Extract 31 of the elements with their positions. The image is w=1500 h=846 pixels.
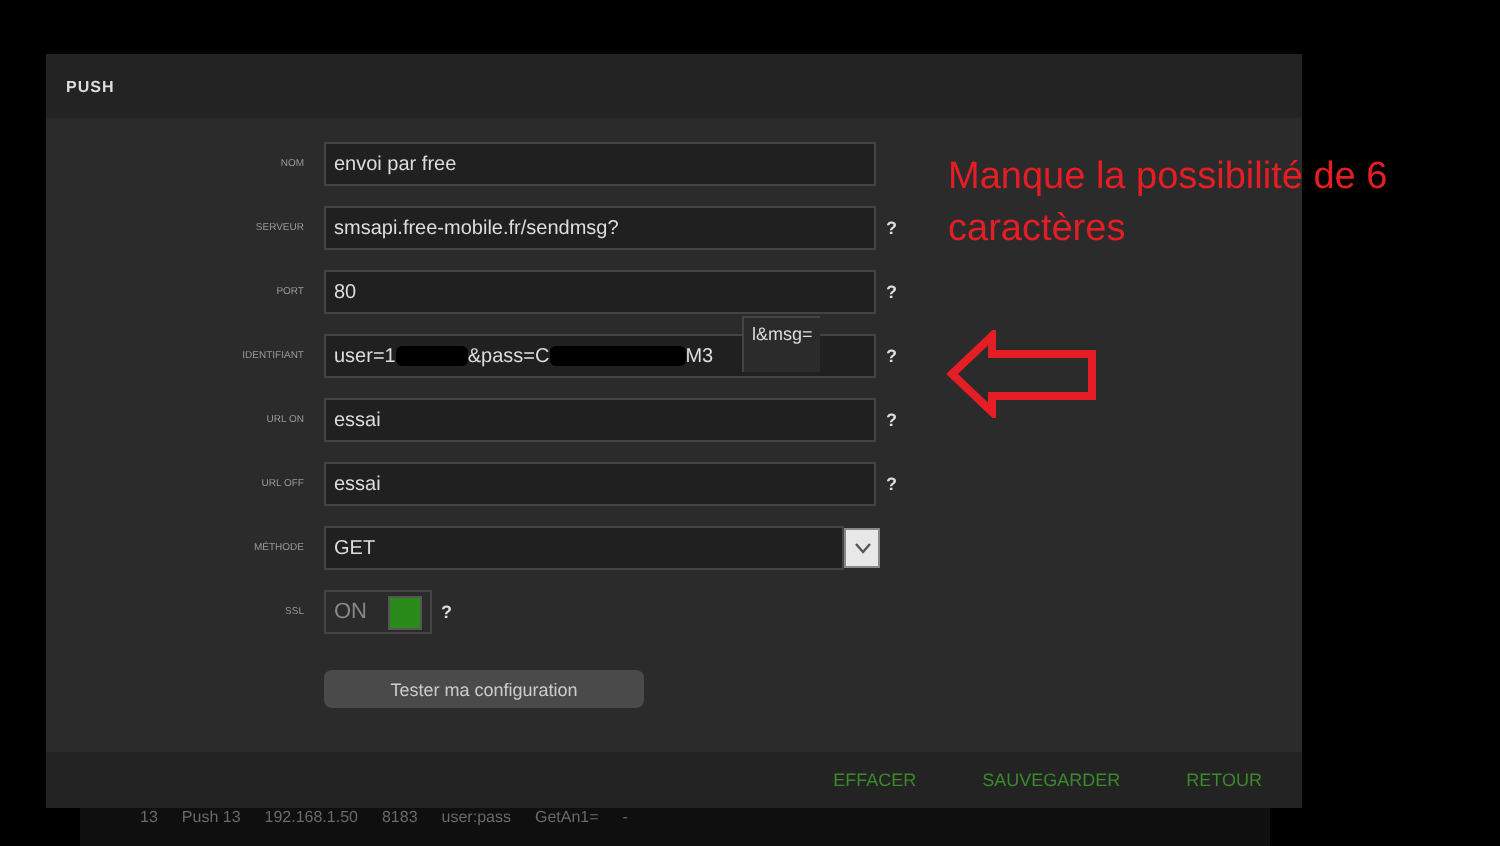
dropdown-button[interactable] bbox=[844, 528, 880, 568]
table-cell: 13 bbox=[140, 808, 158, 826]
table-cell: user:pass bbox=[441, 808, 511, 826]
input-field[interactable]: envoi par free bbox=[324, 142, 876, 186]
annotation-text: Manque la possibilité de 6 caractères bbox=[948, 154, 1390, 254]
input-field[interactable]: essai bbox=[324, 398, 876, 442]
redaction-bar bbox=[395, 346, 468, 366]
method-dropdown[interactable]: GET bbox=[324, 526, 844, 570]
dialog-title: PUSH bbox=[46, 54, 1302, 118]
footer-button[interactable]: SAUVEGARDER bbox=[982, 770, 1121, 790]
test-config-button[interactable]: Tester ma configuration bbox=[324, 670, 644, 708]
footer-button[interactable]: RETOUR bbox=[1186, 770, 1262, 790]
table-cell: 192.168.1.50 bbox=[264, 808, 358, 826]
help-icon[interactable]: ? bbox=[886, 474, 897, 494]
input-field[interactable]: 80 bbox=[324, 270, 876, 314]
help-icon[interactable]: ? bbox=[886, 282, 897, 302]
tooltip: l&msg= bbox=[742, 316, 821, 372]
redaction-bar bbox=[549, 346, 686, 366]
ssl-toggle[interactable]: ON bbox=[324, 590, 431, 634]
table-cell: 8183 bbox=[381, 808, 418, 826]
help-icon[interactable]: ? bbox=[886, 218, 897, 238]
help-icon[interactable]: ? bbox=[886, 410, 897, 430]
chevron-down-icon bbox=[853, 542, 871, 554]
input-field[interactable]: smsapi.free-mobile.fr/sendmsg? bbox=[324, 206, 876, 250]
table-cell: Push 13 bbox=[181, 808, 241, 826]
help-icon[interactable]: ? bbox=[886, 346, 897, 366]
input-field[interactable]: essai bbox=[324, 462, 876, 506]
table-cell: GetAn1= bbox=[534, 808, 599, 826]
table-cell: - bbox=[622, 808, 628, 826]
help-icon[interactable]: ? bbox=[441, 602, 452, 622]
footer-button[interactable]: EFFACER bbox=[833, 770, 917, 790]
